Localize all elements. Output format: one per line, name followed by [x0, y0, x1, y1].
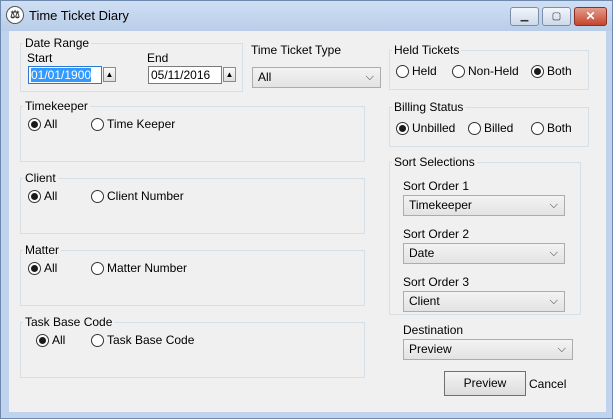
held-tickets-label: Held Tickets [394, 43, 460, 57]
title-bar[interactable]: ⚖ Time Ticket Diary ▁ ▢ ✕ [1, 1, 612, 31]
dialog-client-area: Date Range Start 01/01/1900 ▲ End 05/11/… [9, 31, 606, 412]
destination-select[interactable]: Preview ⌵ [403, 339, 573, 360]
task-base-code-all-radio[interactable]: All [36, 333, 65, 347]
sort-order-2-label: Sort Order 2 [403, 227, 470, 241]
minimize-icon: ▁ [520, 11, 529, 22]
sort-order-2-select[interactable]: Date ⌵ [403, 243, 565, 264]
time-ticket-type-value: All [258, 70, 272, 84]
timekeeper-label: Timekeeper [25, 99, 88, 113]
chevron-down-icon: ⌵ [557, 343, 566, 355]
held-both-radio[interactable]: Both [531, 64, 572, 78]
end-date-input[interactable]: 05/11/2016 [148, 66, 222, 84]
timekeeper-specific-radio[interactable]: Time Keeper [91, 117, 175, 131]
chevron-down-icon: ⌵ [549, 247, 558, 259]
matter-label: Matter [25, 243, 60, 257]
timekeeper-all-radio[interactable]: All [28, 117, 57, 131]
end-label: End [147, 51, 169, 65]
sort-order-3-label: Sort Order 3 [403, 275, 470, 289]
client-group: Client [20, 171, 365, 234]
client-number-radio[interactable]: Client Number [91, 189, 184, 203]
unbilled-radio[interactable]: Unbilled [396, 121, 455, 135]
start-label: Start [27, 51, 53, 65]
chevron-up-icon: ▲ [105, 70, 114, 79]
start-date-spin-button[interactable]: ▲ [103, 67, 116, 82]
scales-icon: ⚖ [6, 6, 24, 24]
dialog-window: ⚖ Time Ticket Diary ▁ ▢ ✕ Date Range Sta… [0, 0, 613, 419]
sort-order-1-select[interactable]: Timekeeper ⌵ [403, 195, 565, 216]
chevron-up-icon: ▲ [225, 70, 234, 79]
sort-order-3-select[interactable]: Client ⌵ [403, 291, 565, 312]
sort-order-1-label: Sort Order 1 [403, 179, 470, 193]
chevron-down-icon: ⌵ [549, 199, 558, 211]
held-radio[interactable]: Held [396, 64, 437, 78]
start-date-input[interactable]: 01/01/1900 [28, 66, 102, 84]
preview-button[interactable]: Preview [444, 371, 526, 396]
minimize-button[interactable]: ▁ [510, 7, 539, 26]
task-base-code-specific-radio[interactable]: Task Base Code [91, 333, 194, 347]
window-title: Time Ticket Diary [29, 8, 129, 23]
chevron-down-icon: ⌵ [365, 71, 374, 83]
billed-radio[interactable]: Billed [468, 121, 513, 135]
close-button[interactable]: ✕ [574, 7, 607, 26]
non-held-radio[interactable]: Non-Held [452, 64, 519, 78]
billing-both-radio[interactable]: Both [531, 121, 572, 135]
matter-all-radio[interactable]: All [28, 261, 57, 275]
client-all-radio[interactable]: All [28, 189, 57, 203]
billing-status-label: Billing Status [394, 100, 464, 114]
chevron-down-icon: ⌵ [549, 295, 558, 307]
task-base-code-label: Task Base Code [25, 315, 113, 329]
matter-number-radio[interactable]: Matter Number [91, 261, 187, 275]
cancel-button[interactable]: Cancel [529, 377, 566, 391]
time-ticket-type-label: Time Ticket Type [251, 43, 342, 57]
maximize-button[interactable]: ▢ [542, 7, 571, 26]
maximize-icon: ▢ [551, 11, 562, 22]
timekeeper-group: Timekeeper [20, 99, 365, 162]
date-range-label: Date Range [25, 36, 90, 50]
destination-label: Destination [403, 323, 464, 337]
time-ticket-type-select[interactable]: All ⌵ [252, 67, 381, 88]
matter-group: Matter [20, 243, 365, 306]
close-icon: ✕ [585, 9, 596, 23]
client-label: Client [25, 171, 56, 185]
sort-selections-label: Sort Selections [394, 155, 475, 169]
end-date-spin-button[interactable]: ▲ [223, 67, 236, 82]
